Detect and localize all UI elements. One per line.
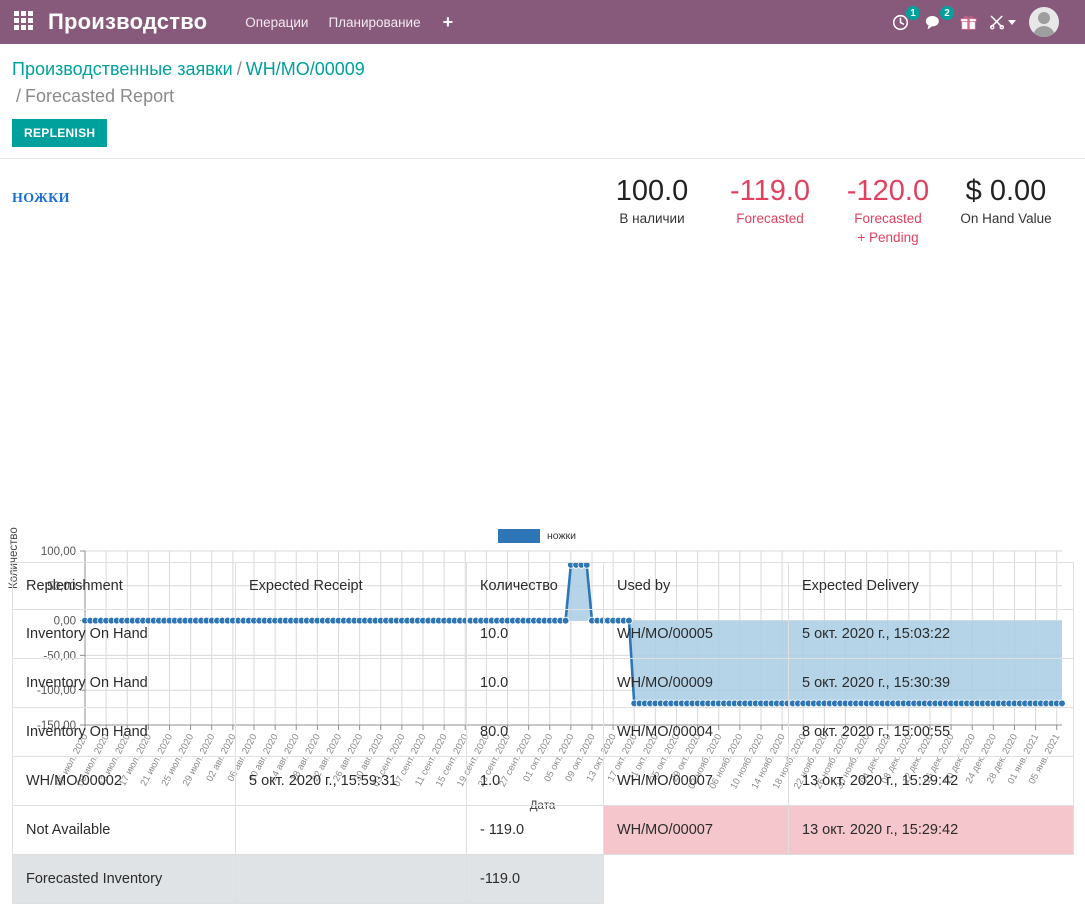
cell-expected-delivery: 5 окт. 2020 г., 15:03:22: [789, 610, 1074, 659]
legend-swatch-nozhki: [498, 529, 540, 543]
forecasted-inventory-label: Forecasted Inventory: [13, 855, 236, 904]
svg-text:100,00: 100,00: [41, 546, 76, 558]
product-stats-header: ножки 100.0 В наличии -119.0 Forecasted …: [0, 159, 1085, 259]
column-header-replenishment[interactable]: Replenishment: [13, 563, 236, 610]
stats-group: 100.0 В наличии -119.0 Forecasted -120.0…: [593, 173, 1065, 247]
gift-icon[interactable]: [953, 7, 983, 37]
cell-quantity: 10.0: [467, 659, 604, 708]
cell-expected-receipt: [236, 610, 467, 659]
cell-replenishment[interactable]: WH/MO/00002: [13, 757, 236, 806]
stat-forecasted-label: Forecasted: [711, 209, 829, 228]
column-header-expected-receipt[interactable]: Expected Receipt: [236, 563, 467, 610]
cell-replenishment: Inventory On Hand: [13, 610, 236, 659]
top-navbar: Производство Операции Планирование + 1 2: [0, 0, 1085, 44]
forecasted-inventory-blank-2: [789, 855, 1074, 904]
legend-label-nozhki: ножки: [547, 530, 576, 542]
cell-used-by-link[interactable]: WH/MO/00004: [604, 708, 789, 757]
stat-on-hand-value: 100.0: [593, 173, 711, 209]
cell-expected-receipt: [236, 708, 467, 757]
stat-on-hand-value-amount: $ 0.00: [947, 173, 1065, 209]
cell-quantity: 1.0: [467, 757, 604, 806]
activity-clock-icon[interactable]: 1: [885, 7, 915, 37]
stat-on-hand-value-label: On Hand Value: [947, 209, 1065, 228]
breadcrumb-record-link[interactable]: WH/MO/00009: [246, 59, 365, 79]
cell-used-by-link[interactable]: WH/MO/00005: [604, 610, 789, 659]
column-header-used-by[interactable]: Used by: [604, 563, 789, 610]
forecasted-inventory-blank-1: [604, 855, 789, 904]
chevron-down-icon: [1008, 20, 1016, 25]
systray: 1 2: [885, 7, 1075, 37]
cell-replenishment: Inventory On Hand: [13, 659, 236, 708]
stat-on-hand: 100.0 В наличии: [593, 173, 711, 247]
breadcrumb-separator-1: /: [233, 59, 246, 79]
cell-replenishment: Inventory On Hand: [13, 708, 236, 757]
breadcrumb-root-link[interactable]: Производственные заявки: [12, 59, 233, 79]
menu-item-operations[interactable]: Операции: [235, 15, 318, 30]
forecasted-inventory-quantity: -119.0: [467, 855, 604, 904]
table-row[interactable]: Inventory On Hand 10.0WH/MO/000055 окт. 2…: [13, 610, 1074, 659]
forecast-table: Replenishment Expected Receipt Количеств…: [12, 562, 1074, 904]
cell-replenishment: Not Available: [13, 806, 236, 855]
breadcrumb-separator-2: /: [12, 86, 25, 106]
cell-expected-receipt: [236, 806, 467, 855]
tools-scissors-icon[interactable]: [987, 7, 1017, 37]
product-name-link[interactable]: ножки: [12, 185, 70, 208]
apps-grid-icon[interactable]: [14, 11, 36, 33]
stat-forecasted-pending-label-line2: + Pending: [829, 228, 947, 247]
forecasted-inventory-receipt: [236, 855, 467, 904]
breadcrumb: Производственные заявки/WH/MO/00009 /For…: [0, 44, 1085, 110]
cell-used-by-link[interactable]: WH/MO/00009: [604, 659, 789, 708]
app-title: Производство: [48, 9, 207, 35]
cell-expected-delivery: 13 окт. 2020 г., 15:29:42: [789, 757, 1074, 806]
table-body: Inventory On Hand10.0WH/MO/000055 окт. 2…: [13, 610, 1074, 855]
chart-legend[interactable]: ножки: [498, 529, 576, 543]
replenish-button[interactable]: REPLENISH: [12, 119, 107, 147]
column-header-expected-delivery[interactable]: Expected Delivery: [789, 563, 1074, 610]
table-footer: Forecasted Inventory -119.0: [13, 855, 1074, 904]
cell-expected-delivery: 5 окт. 2020 г., 15:30:39: [789, 659, 1074, 708]
stat-on-hand-label: В наличии: [593, 209, 711, 228]
table-row[interactable]: Inventory On Hand 10.0WH/MO/000095 окт. 2…: [13, 659, 1074, 708]
cell-quantity: 80.0: [467, 708, 604, 757]
cell-expected-receipt: 5 окт. 2020 г., 15:59:31: [236, 757, 467, 806]
stat-on-hand-value-money: $ 0.00 On Hand Value: [947, 173, 1065, 247]
add-menu-plus-icon[interactable]: +: [431, 12, 466, 33]
table-row[interactable]: Inventory On Hand 80.0WH/MO/000048 окт. 2…: [13, 708, 1074, 757]
table-row[interactable]: Not Available - 119.0WH/MO/0000713 окт. 2…: [13, 806, 1074, 855]
cell-used-by-link[interactable]: WH/MO/00007: [604, 806, 789, 855]
stat-forecasted-value: -119.0: [711, 173, 829, 209]
cell-expected-delivery: 13 окт. 2020 г., 15:29:42: [789, 806, 1074, 855]
forecast-table-wrap: Replenishment Expected Receipt Количеств…: [0, 562, 1085, 904]
table-row[interactable]: WH/MO/000025 окт. 2020 г., 15:59:311.0WH…: [13, 757, 1074, 806]
menu-item-planning[interactable]: Планирование: [318, 15, 430, 30]
user-avatar[interactable]: [1029, 7, 1059, 37]
messages-chat-icon[interactable]: 2: [919, 7, 949, 37]
stat-forecasted: -119.0 Forecasted: [711, 173, 829, 247]
cell-used-by-link[interactable]: WH/MO/00007: [604, 757, 789, 806]
cell-expected-receipt: [236, 659, 467, 708]
column-header-quantity[interactable]: Количество: [467, 563, 604, 610]
stat-forecasted-pending-value: -120.0: [829, 173, 947, 209]
cell-quantity: - 119.0: [467, 806, 604, 855]
stat-forecasted-pending-label-line1: Forecasted: [829, 209, 947, 228]
forecasted-inventory-row: Forecasted Inventory -119.0: [13, 855, 1074, 904]
cell-expected-delivery: 8 окт. 2020 г., 15:00:55: [789, 708, 1074, 757]
stat-forecasted-pending: -120.0 Forecasted + Pending: [829, 173, 947, 247]
cell-quantity: 10.0: [467, 610, 604, 659]
breadcrumb-current: Forecasted Report: [25, 86, 174, 106]
table-header-row: Replenishment Expected Receipt Количеств…: [13, 563, 1074, 610]
forecast-chart: ножки Количество Дата 100,0050,000,00-50…: [0, 259, 1085, 564]
